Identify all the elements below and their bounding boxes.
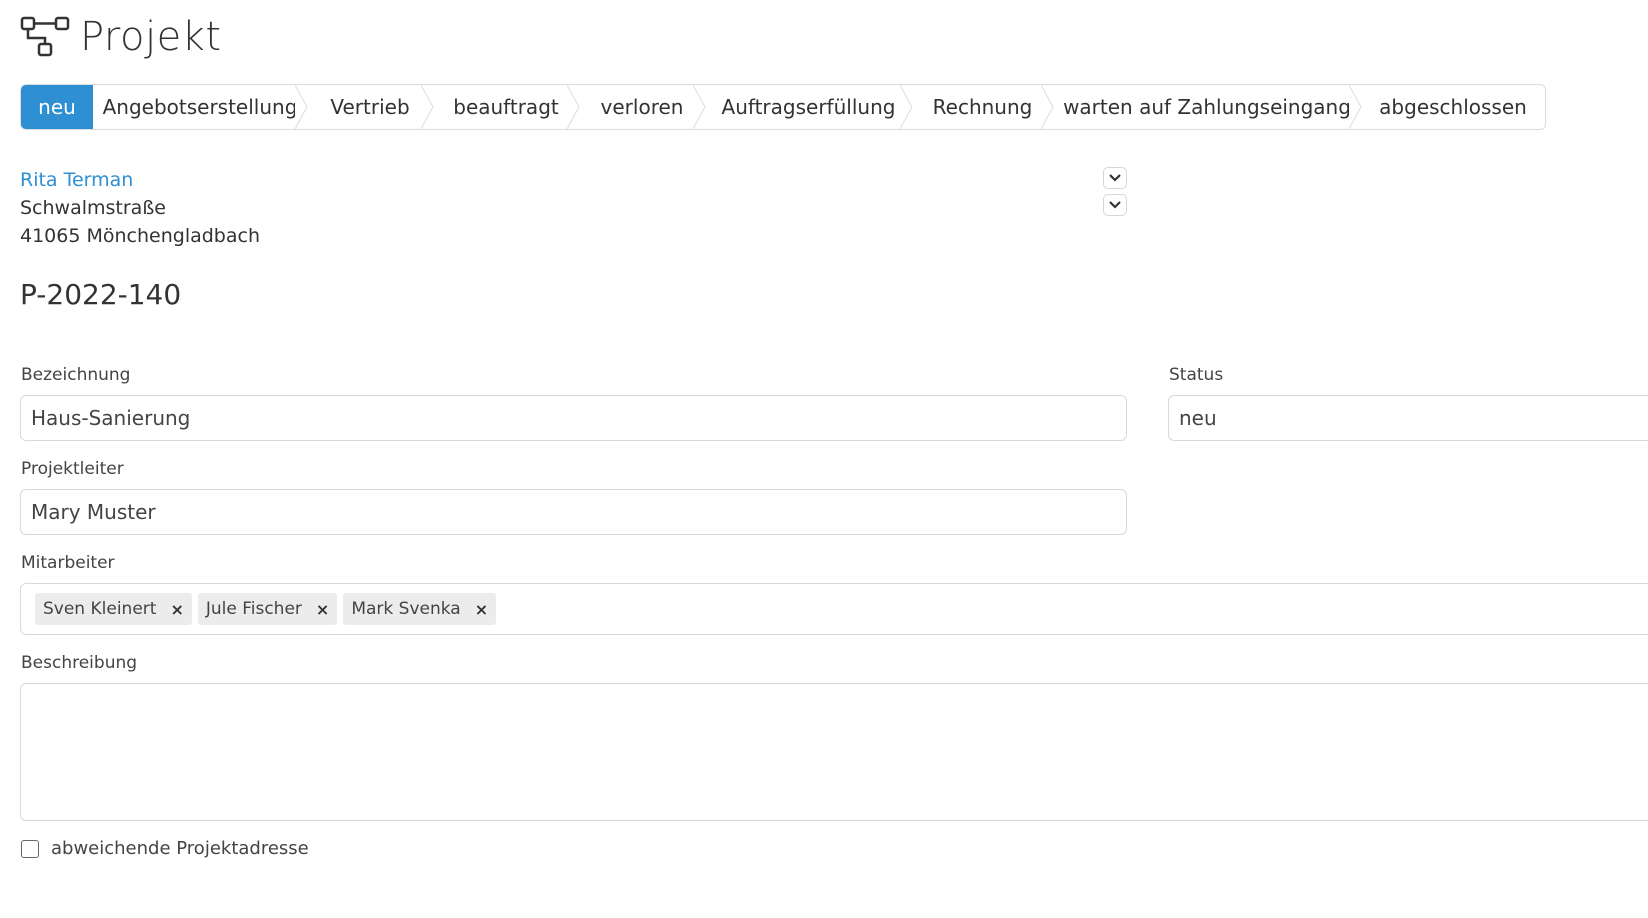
pipeline-step-neu[interactable]: neu xyxy=(21,85,93,129)
remove-tag-icon[interactable]: × xyxy=(316,600,329,619)
pipeline-step-verloren[interactable]: verloren xyxy=(579,85,706,129)
pipeline-separator-icon xyxy=(1041,85,1054,129)
pipeline-step-rechnung[interactable]: Rechnung xyxy=(912,85,1054,129)
pipeline-step-label: Angebotserstellung xyxy=(102,95,298,119)
pipeline-step-auftragserfuellung[interactable]: Auftragserfüllung xyxy=(705,85,913,129)
mitarbeiter-multiselect[interactable]: Sven Kleinert × Jule Fischer × Mark Sven… xyxy=(20,583,1648,635)
pipeline-step-beauftragt[interactable]: beauftragt xyxy=(433,85,580,129)
pipeline-separator-icon xyxy=(900,85,913,129)
pipeline-step-label: Auftragserfüllung xyxy=(721,95,896,119)
mitarbeiter-label: Mitarbeiter xyxy=(21,553,115,573)
page: Projekt neu Angebotserstellung Vertrieb … xyxy=(0,0,1648,918)
chevron-down-icon xyxy=(1109,174,1121,182)
page-title: Projekt xyxy=(80,14,222,60)
mitarbeiter-tag: Mark Svenka × xyxy=(343,593,497,625)
status-pipeline: neu Angebotserstellung Vertrieb beauftra… xyxy=(20,84,1546,130)
pipeline-step-label: Vertrieb xyxy=(330,95,410,119)
pipeline-step-label: verloren xyxy=(600,95,684,119)
beschreibung-textarea[interactable] xyxy=(20,683,1648,821)
bezeichnung-value: Haus-Sanierung xyxy=(31,406,191,430)
pipeline-separator-icon xyxy=(421,85,434,129)
pipeline-step-label: neu xyxy=(38,95,76,119)
customer-street: Schwalmstraße xyxy=(20,197,166,219)
bezeichnung-label: Bezeichnung xyxy=(21,365,131,385)
customer-city: 41065 Mönchengladbach xyxy=(20,225,260,247)
customer-name-link[interactable]: Rita Terman xyxy=(20,166,260,194)
pipeline-step-label: Rechnung xyxy=(932,95,1033,119)
tag-label: Sven Kleinert xyxy=(43,599,157,619)
address-dropdown-button[interactable] xyxy=(1103,194,1127,216)
project-tree-icon xyxy=(20,16,70,57)
tag-label: Mark Svenka xyxy=(351,599,461,619)
projektleiter-select[interactable]: Mary Muster xyxy=(20,489,1127,535)
pipeline-step-label: warten auf Zahlungseingang xyxy=(1063,95,1351,119)
pipeline-arrow-icon xyxy=(81,85,93,129)
pipeline-step-label: abgeschlossen xyxy=(1379,95,1527,119)
beschreibung-label: Beschreibung xyxy=(21,653,138,673)
status-value: neu xyxy=(1179,406,1217,430)
abweichende-projektadresse-checkbox[interactable] xyxy=(21,840,39,858)
pipeline-step-warten-auf-zahlungseingang[interactable]: warten auf Zahlungseingang xyxy=(1053,85,1362,129)
remove-tag-icon[interactable]: × xyxy=(170,600,183,619)
pipeline-separator-icon xyxy=(295,85,308,129)
page-header: Projekt xyxy=(20,14,222,60)
pipeline-step-angebotserstellung[interactable]: Angebotserstellung xyxy=(93,85,308,129)
pipeline-step-abgeschlossen[interactable]: abgeschlossen xyxy=(1361,85,1545,129)
abweichende-projektadresse-label[interactable]: abweichende Projektadresse xyxy=(51,838,309,859)
pipeline-separator-icon xyxy=(1349,85,1362,129)
customer-address: Rita Terman Schwalmstraße 41065 Möncheng… xyxy=(20,166,260,250)
tag-label: Jule Fischer xyxy=(205,599,302,619)
mitarbeiter-tag: Jule Fischer × xyxy=(197,593,338,625)
bezeichnung-input[interactable]: Haus-Sanierung xyxy=(20,395,1127,441)
pipeline-step-vertrieb[interactable]: Vertrieb xyxy=(307,85,434,129)
remove-tag-icon[interactable]: × xyxy=(475,600,488,619)
pipeline-step-label: beauftragt xyxy=(453,95,559,119)
pipeline-separator-icon xyxy=(567,85,580,129)
status-label: Status xyxy=(1169,365,1224,385)
status-select[interactable]: neu xyxy=(1168,395,1648,441)
customer-dropdown-button[interactable] xyxy=(1103,167,1127,189)
projektleiter-value: Mary Muster xyxy=(31,500,156,524)
chevron-down-icon xyxy=(1109,201,1121,209)
mitarbeiter-tag: Sven Kleinert × xyxy=(35,593,192,625)
projektleiter-label: Projektleiter xyxy=(21,459,124,479)
pipeline-separator-icon xyxy=(693,85,706,129)
project-number: P-2022-140 xyxy=(20,278,182,311)
